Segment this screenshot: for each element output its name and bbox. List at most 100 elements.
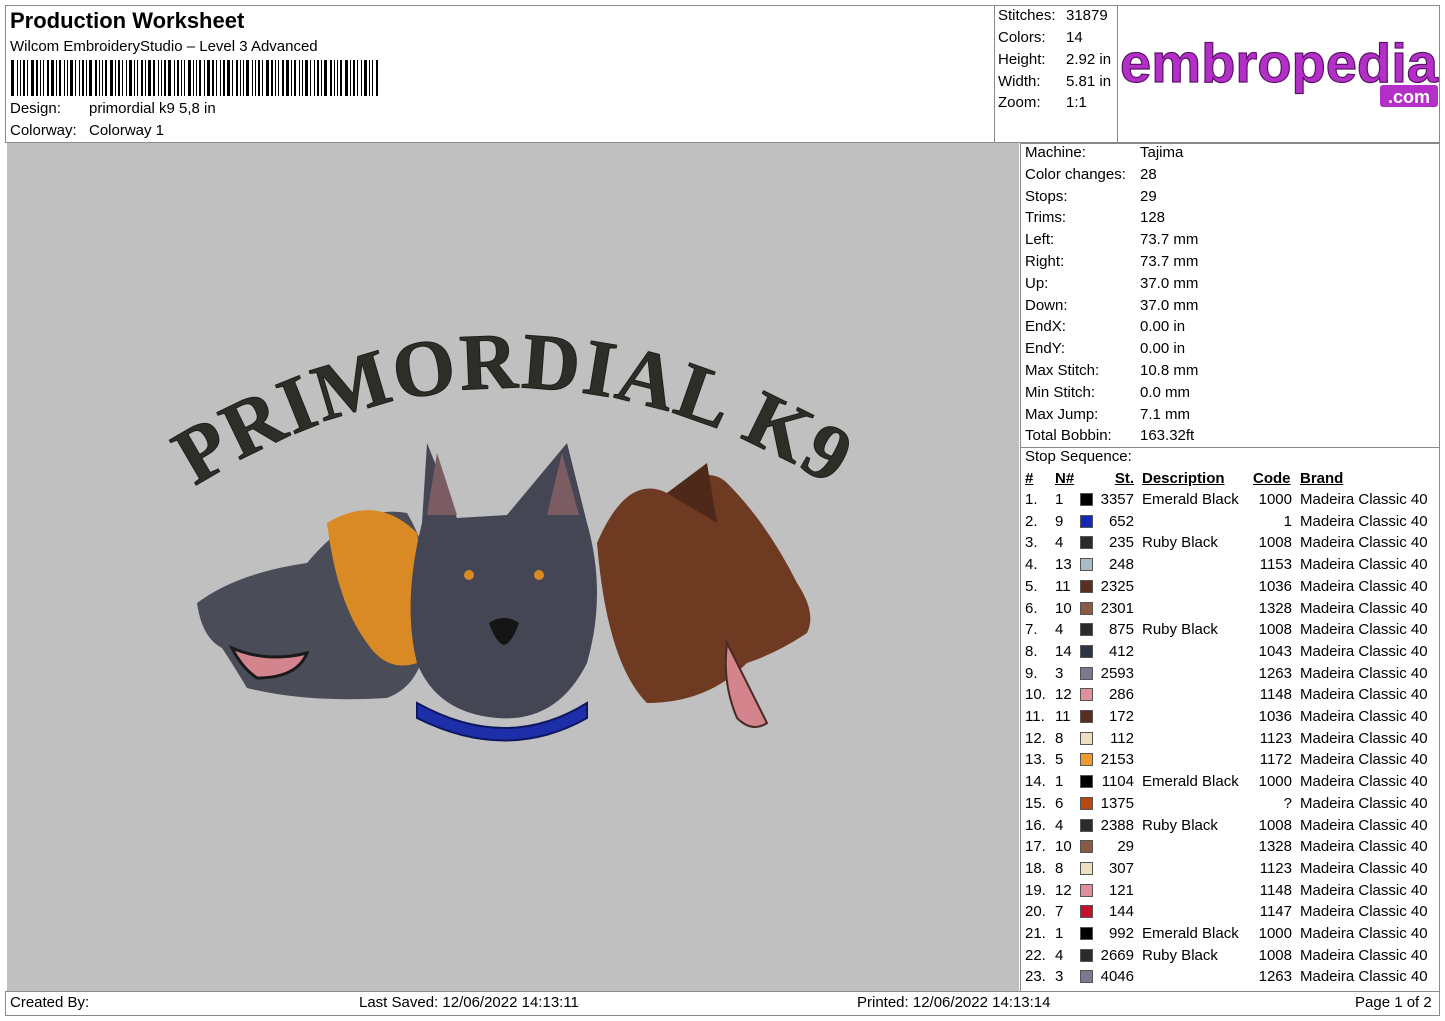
- barcode-bar: [56, 60, 57, 96]
- color-swatch: [1080, 579, 1093, 593]
- machine-info-label: Total Bobbin:: [1025, 427, 1112, 445]
- stop-stitches: 412: [1108, 642, 1134, 660]
- stop-index: 22.: [1025, 946, 1046, 964]
- machine-info-value: 29: [1140, 187, 1157, 205]
- barcode-bar: [105, 60, 107, 96]
- machine-info-value: 128: [1140, 209, 1166, 227]
- stop-stitches: 172: [1108, 708, 1134, 725]
- footer-bar: [5, 991, 1440, 1016]
- col-header-description: Description: [1142, 470, 1225, 487]
- barcode-bar: [70, 60, 73, 96]
- color-swatch: [1080, 840, 1093, 854]
- stop-code: 1036: [1258, 708, 1292, 725]
- color-swatch: [1080, 601, 1093, 615]
- barcode-bar: [376, 60, 378, 96]
- stop-brand: Madeira Classic 40: [1300, 859, 1428, 877]
- machine-info-label: EndX:: [1025, 318, 1066, 336]
- color-swatch: [1080, 688, 1093, 702]
- machine-info-label: Up:: [1025, 274, 1049, 292]
- barcode-bar: [31, 60, 34, 96]
- barcode-bar: [36, 60, 38, 96]
- barcode-bar: [305, 60, 308, 96]
- barcode-bar: [246, 60, 249, 96]
- colors-value: 14: [1066, 29, 1083, 46]
- stop-index: 14.: [1025, 773, 1046, 791]
- barcode-bar: [89, 60, 92, 96]
- stop-index: 21.: [1025, 925, 1046, 942]
- barcode-bar: [51, 60, 54, 96]
- stop-needle: 13: [1055, 556, 1072, 574]
- machine-info-value: 37.0 mm: [1140, 296, 1199, 314]
- barcode-bar: [95, 60, 97, 96]
- stop-code: 1008: [1258, 534, 1292, 552]
- color-swatch: [1080, 666, 1093, 680]
- color-swatch: [1080, 861, 1093, 875]
- stop-stitches: 4046: [1100, 968, 1134, 986]
- barcode-bar: [361, 60, 362, 96]
- stop-stitches: 112: [1110, 729, 1134, 747]
- color-swatch: [1080, 623, 1093, 637]
- stop-brand: Madeira Classic 40: [1300, 686, 1428, 704]
- barcode-bar: [75, 60, 76, 96]
- stop-code: 1328: [1258, 838, 1292, 856]
- stop-brand: Madeira Classic 40: [1300, 664, 1428, 682]
- stop-brand: Madeira Classic 40: [1300, 512, 1428, 530]
- barcode-bar: [236, 60, 238, 96]
- created-by: Created By:: [10, 994, 90, 1011]
- barcode-bar: [99, 60, 100, 96]
- barcode-bar: [129, 60, 132, 96]
- colorway-label: Colorway:: [10, 122, 77, 139]
- width-value: 5.81 in: [1066, 73, 1112, 90]
- barcode-bar: [67, 60, 68, 96]
- stop-code: 1000: [1258, 491, 1292, 508]
- barcode-bar: [227, 60, 230, 96]
- stop-stitches: 1375: [1100, 794, 1134, 812]
- barcode-bar: [324, 60, 327, 96]
- barcode-bar: [275, 60, 276, 96]
- design-preview: PRIMORDIAL K9: [7, 143, 1019, 991]
- barcode-bar: [255, 60, 256, 96]
- last-saved: Last Saved: 12/06/2022 14:13:11: [359, 994, 579, 1011]
- stop-index: 8.: [1025, 642, 1038, 660]
- stop-sequence-title: Stop Sequence:: [1025, 448, 1132, 465]
- color-swatch: [1080, 558, 1093, 572]
- stop-brand: Madeira Classic 40: [1300, 838, 1428, 856]
- stop-needle: 8: [1055, 729, 1064, 747]
- barcode-bar: [350, 60, 351, 96]
- stitches-value: 31879: [1066, 7, 1108, 24]
- barcode-bar: [181, 60, 182, 96]
- design-label: Design:: [10, 100, 61, 117]
- barcode-bar: [110, 60, 113, 96]
- barcode-bar: [364, 60, 367, 96]
- barcode-bar: [240, 60, 241, 96]
- center-dog-head: [410, 443, 597, 719]
- barcode-bar: [345, 60, 348, 96]
- stop-index: 10.: [1025, 686, 1046, 704]
- design-arched-text: PRIMORDIAL K9: [159, 317, 868, 502]
- stop-stitches: 2325: [1100, 577, 1134, 595]
- stop-needle: 10: [1055, 838, 1072, 856]
- stop-needle: 11: [1055, 708, 1071, 725]
- barcode-bar: [294, 60, 296, 96]
- stop-index: 5.: [1025, 577, 1038, 595]
- machine-info-value: 37.0 mm: [1140, 274, 1199, 292]
- stop-code: 1172: [1259, 751, 1292, 769]
- stop-description: Emerald Black: [1142, 491, 1239, 508]
- stop-code: 1123: [1259, 729, 1292, 747]
- page-number: Page 1 of 2: [1355, 994, 1432, 1011]
- machine-info-label: Left:: [1025, 231, 1055, 249]
- stop-index: 13.: [1025, 751, 1046, 769]
- stop-needle: 1: [1055, 925, 1064, 942]
- barcode-bar: [353, 60, 355, 96]
- barcode-bar: [79, 60, 80, 96]
- col-header-index: #: [1025, 470, 1034, 487]
- stop-stitches: 2301: [1100, 599, 1134, 617]
- stop-brand: Madeira Classic 40: [1300, 534, 1428, 552]
- stop-description: Ruby Black: [1142, 946, 1218, 964]
- barcode-bar: [137, 60, 138, 96]
- colors-label: Colors:: [998, 29, 1046, 46]
- barcode-bar: [115, 60, 116, 96]
- stop-code: 1008: [1258, 946, 1292, 964]
- stop-brand: Madeira Classic 40: [1300, 708, 1428, 725]
- stop-stitches: 307: [1108, 859, 1134, 877]
